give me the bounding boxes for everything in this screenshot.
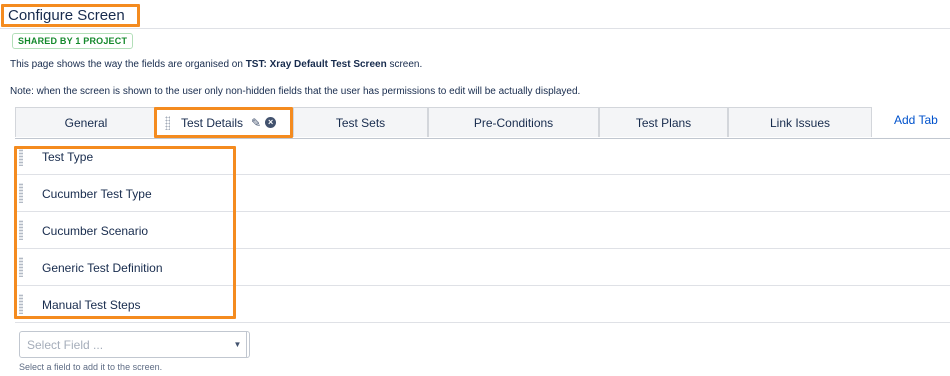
tab-general[interactable]: General xyxy=(15,107,157,137)
tab-label: Test Plans xyxy=(635,115,692,130)
select-field-input[interactable] xyxy=(20,332,220,357)
tab-pre-conditions[interactable]: Pre-Conditions xyxy=(428,107,599,137)
field-row-manual-test-steps[interactable]: Manual Test Steps xyxy=(15,286,950,323)
screen-note: Note: when the screen is shown to the us… xyxy=(10,86,581,97)
description-prefix: This page shows the way the fields are o… xyxy=(10,59,246,70)
pencil-icon[interactable]: ✎ xyxy=(251,116,261,130)
field-row-generic-test-definition[interactable]: Generic Test Definition xyxy=(15,249,950,286)
field-label: Cucumber Scenario xyxy=(42,224,149,238)
drag-handle-icon[interactable] xyxy=(19,294,23,314)
select-field-hint: Select a field to add it to the screen. xyxy=(19,362,163,372)
shared-by-project-badge[interactable]: SHARED BY 1 PROJECT xyxy=(12,33,134,49)
tab-label: General xyxy=(64,115,108,130)
tab-test-sets[interactable]: Test Sets xyxy=(293,107,428,137)
select-field-dropdown[interactable]: ▼ xyxy=(19,331,250,358)
field-label: Manual Test Steps xyxy=(42,298,141,312)
drag-handle-icon[interactable] xyxy=(165,115,170,130)
tab-label: Link Issues xyxy=(769,115,831,130)
tab-link-issues[interactable]: Link Issues xyxy=(728,107,872,137)
field-row-cucumber-scenario[interactable]: Cucumber Scenario xyxy=(15,212,950,249)
field-row-cucumber-test-type[interactable]: Cucumber Test Type xyxy=(15,175,950,212)
tab-label: Test Details xyxy=(181,115,244,130)
field-row-test-type[interactable]: Test Type xyxy=(15,138,950,175)
field-label: Generic Test Definition xyxy=(42,261,163,275)
page-title: Configure Screen xyxy=(1,4,140,27)
drag-handle-icon[interactable] xyxy=(19,146,23,166)
screen-name: TST: Xray Default Test Screen xyxy=(245,59,387,70)
screen-tab-bar: General Test Details ✎ × Test Sets Pre-C… xyxy=(15,107,950,139)
tab-test-details[interactable]: Test Details ✎ × xyxy=(154,107,293,138)
close-circle-icon[interactable]: × xyxy=(265,117,277,128)
chevron-down-icon[interactable]: ▼ xyxy=(226,332,249,357)
tab-test-plans[interactable]: Test Plans xyxy=(599,107,728,137)
screen-description: This page shows the way the fields are o… xyxy=(10,59,422,70)
description-suffix: screen. xyxy=(386,59,423,70)
tab-label: Pre-Conditions xyxy=(473,115,554,130)
drag-handle-icon[interactable] xyxy=(19,257,23,277)
drag-handle-icon[interactable] xyxy=(19,183,23,203)
drag-handle-icon[interactable] xyxy=(19,220,23,240)
add-tab-link[interactable]: Add Tab xyxy=(894,113,938,127)
title-divider xyxy=(0,28,950,29)
field-label: Cucumber Test Type xyxy=(42,187,152,201)
field-label: Test Type xyxy=(42,150,94,164)
tab-label: Test Sets xyxy=(335,115,386,130)
